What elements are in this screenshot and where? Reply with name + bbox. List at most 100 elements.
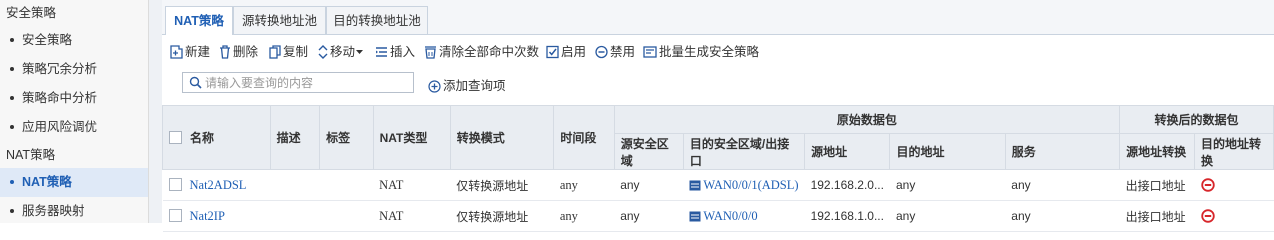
sidebar-item-label: NAT策略 [22, 175, 72, 189]
main-panel: NAT策略 源转换地址池 目的转换地址池 新建 删除 复制 移动 插入 清除全部… [162, 0, 1274, 232]
cell-src-addr: 192.168.1.0... [804, 200, 890, 232]
insert-label: 插入 [390, 45, 416, 59]
header-dst-zone[interactable]: 目的安全区域/出接口 [682, 133, 806, 170]
tab-source-pool[interactable]: 源转换地址池 [233, 6, 326, 34]
cell-tag [319, 200, 374, 232]
trash-icon [220, 45, 230, 59]
table-row[interactable]: Nat2IP NAT 仅转换源地址 any any WAN0/0/0 192.1… [162, 200, 1274, 232]
header-nat-type[interactable]: NAT类型 [372, 105, 451, 170]
move-updown-icon [318, 45, 328, 59]
copy-icon [269, 45, 281, 59]
header-tag[interactable]: 标签 [319, 105, 374, 170]
insert-button[interactable]: 插入 [375, 42, 415, 62]
cell-time: any [553, 169, 615, 201]
select-all-checkbox[interactable] [169, 131, 182, 144]
header-dst-addr[interactable]: 目的地址 [889, 133, 1006, 170]
header-name[interactable]: 名称 [162, 105, 271, 170]
header-src-addr[interactable]: 源地址 [804, 133, 891, 170]
header-src-trans[interactable]: 源地址转换 [1119, 133, 1196, 170]
sidebar-item-label: 策略命中分析 [22, 91, 98, 105]
cell-src-trans: 出接口地址 [1119, 200, 1195, 232]
sidebar-splitter[interactable] [149, 0, 162, 223]
sidebar-item-nat-policy[interactable]: NAT策略 [0, 168, 148, 197]
policy-name-link[interactable]: Nat2IP [190, 209, 225, 223]
header-dst-trans[interactable]: 目的地址转换 [1194, 133, 1274, 170]
new-label: 新建 [185, 45, 211, 59]
disable-label: 禁用 [610, 45, 636, 59]
cell-time: any [553, 200, 615, 232]
delete-button[interactable]: 删除 [219, 42, 258, 62]
minus-circle-icon [595, 45, 608, 59]
caret-down-icon [356, 50, 364, 54]
cell-src-zone: any [614, 200, 684, 232]
sidebar-item-hit-analysis[interactable]: 策略命中分析 [0, 84, 148, 113]
cell-nat-type: NAT [373, 169, 451, 201]
header-service[interactable]: 服务 [1004, 133, 1121, 170]
table-row[interactable]: Nat2ADSL NAT 仅转换源地址 any any WAN0/0/1(ADS… [162, 169, 1274, 201]
row-checkbox[interactable] [168, 208, 182, 222]
add-query-button[interactable]: 添加查询项 [428, 75, 506, 94]
plus-circle-icon [428, 80, 441, 93]
bullet-icon [10, 124, 14, 129]
search-box [182, 72, 414, 93]
sidebar-item-label: 策略冗余分析 [22, 62, 98, 76]
bulk-generate-label: 批量生成安全策略 [659, 45, 760, 59]
move-label: 移动 [330, 45, 356, 59]
bullet-icon [10, 95, 14, 100]
nat-policy-table: 名称 描述 标签 NAT类型 转换模式 时间段 原始数据包 转换后的数据包 源安… [162, 105, 1274, 232]
tab-nat-policy[interactable]: NAT策略 [165, 6, 233, 35]
cell-nat-type: NAT [373, 200, 451, 232]
cell-src-zone: any [614, 169, 684, 201]
header-src-zone[interactable]: 源安全区域 [613, 133, 684, 170]
sidebar-item-app-risk-tuning[interactable]: 应用风险调优 [0, 113, 148, 142]
search-icon [189, 76, 202, 89]
cell-src-addr: 192.168.2.0... [804, 169, 890, 201]
header-time[interactable]: 时间段 [553, 105, 615, 170]
sidebar-item-server-mapping[interactable]: 服务器映射 [0, 197, 148, 226]
dst-zone-link[interactable]: WAN0/0/0 [703, 209, 757, 223]
move-dropdown[interactable]: 移动 [318, 42, 365, 62]
bullet-icon [10, 179, 14, 184]
tab-bar: NAT策略 源转换地址池 目的转换地址池 [162, 0, 1274, 35]
bulk-generate-button[interactable]: 批量生成安全策略 [643, 42, 759, 62]
header-mode[interactable]: 转换模式 [449, 105, 555, 170]
new-button[interactable]: 新建 [170, 42, 210, 62]
cell-dst-trans [1194, 200, 1274, 232]
dst-zone-link[interactable]: WAN0/0/1(ADSL) [703, 178, 798, 192]
tab-destination-pool[interactable]: 目的转换地址池 [326, 6, 428, 34]
enable-button[interactable]: 启用 [546, 42, 586, 62]
sidebar-group-nat[interactable]: NAT策略 [0, 142, 148, 168]
copy-label: 复制 [283, 45, 309, 59]
bullet-icon [10, 208, 14, 213]
cell-dst-trans [1194, 169, 1274, 201]
new-icon [170, 45, 183, 59]
interface-icon [689, 180, 701, 190]
sidebar-group-security[interactable]: 安全策略 [0, 0, 148, 26]
header-description[interactable]: 描述 [269, 105, 321, 170]
cell-mode: 仅转换源地址 [450, 200, 554, 232]
cell-dst-addr: any [889, 200, 1006, 232]
sidebar-item-security-policy[interactable]: 安全策略 [0, 26, 148, 55]
clear-hits-button[interactable]: 清除全部命中次数 [424, 42, 539, 62]
disable-button[interactable]: 禁用 [595, 42, 635, 62]
sidebar-item-redundancy-analysis[interactable]: 策略冗余分析 [0, 55, 148, 84]
sidebar-item-label: 安全策略 [22, 33, 73, 47]
cell-dst-zone: WAN0/0/0 [683, 200, 805, 232]
sidebar-item-label: 服务器映射 [22, 204, 85, 218]
clear-hits-label: 清除全部命中次数 [439, 45, 540, 59]
search-input[interactable] [205, 73, 410, 92]
delete-label: 删除 [233, 45, 259, 59]
policy-name-link[interactable]: Nat2ADSL [190, 178, 247, 192]
header-name-label: 名称 [190, 131, 215, 145]
cell-dst-zone: WAN0/0/1(ADSL) [683, 169, 805, 201]
cell-service: any [1005, 200, 1120, 232]
cell-src-trans: 出接口地址 [1119, 169, 1195, 201]
cell-description [270, 200, 320, 232]
header-translated-packet: 转换后的数据包 [1119, 105, 1274, 134]
deny-icon [1200, 178, 1215, 192]
bullet-icon [10, 37, 14, 42]
copy-button[interactable]: 复制 [269, 42, 308, 62]
deny-icon [1200, 209, 1215, 223]
row-checkbox[interactable] [168, 177, 182, 191]
bullet-icon [10, 66, 14, 71]
